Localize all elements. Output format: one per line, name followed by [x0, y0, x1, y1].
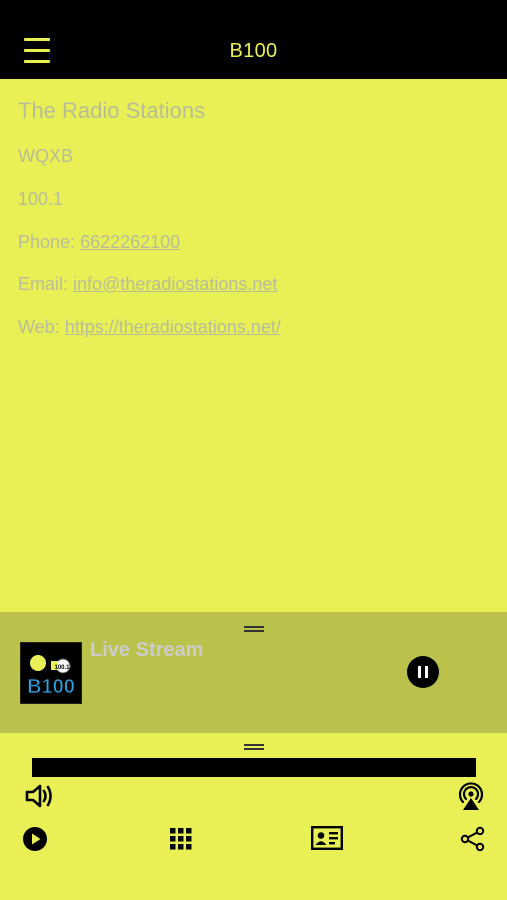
- top-bar: B100: [0, 0, 507, 79]
- logo-badge-text: 100.1: [54, 665, 70, 671]
- pause-icon: [418, 666, 421, 678]
- grid-icon[interactable]: [170, 828, 192, 850]
- phone-label: Phone:: [18, 232, 76, 252]
- play-icon[interactable]: [22, 826, 48, 852]
- station-logo: 100.1 B100: [20, 642, 82, 704]
- email-label: Email:: [18, 274, 69, 294]
- pause-icon-bar: [425, 666, 428, 678]
- web-label: Web:: [18, 317, 60, 337]
- contact-card-icon[interactable]: [311, 826, 343, 850]
- share-icon[interactable]: [460, 826, 486, 852]
- web-row: Web: https://theradiostations.net/: [18, 317, 281, 338]
- logo-text: B100: [27, 676, 75, 698]
- phone-link[interactable]: 6622262100: [80, 232, 180, 252]
- callsign: WQXB: [18, 146, 74, 166]
- email-row: Email: info@theradiostations.net: [18, 274, 277, 295]
- drag-handle-lower[interactable]: [244, 744, 264, 750]
- phone-row: Phone: 6622262100: [18, 232, 180, 253]
- station-group-title: The Radio Stations: [18, 98, 206, 123]
- frequency: 100.1: [18, 189, 64, 209]
- web-link[interactable]: https://theradiostations.net/: [65, 317, 281, 337]
- email-link[interactable]: info@theradiostations.net: [73, 274, 277, 294]
- volume-icon[interactable]: [24, 781, 54, 811]
- drag-handle[interactable]: [244, 626, 264, 632]
- progress-bar[interactable]: [32, 758, 476, 777]
- app-title: B100: [229, 40, 278, 62]
- airplay-icon[interactable]: [455, 781, 487, 811]
- now-playing-panel: 100.1 B100 Live Stream: [0, 612, 507, 733]
- b100-logo-image: 100.1 B100: [21, 643, 81, 703]
- stream-title: Live Stream: [90, 639, 204, 661]
- pause-button[interactable]: [407, 656, 439, 688]
